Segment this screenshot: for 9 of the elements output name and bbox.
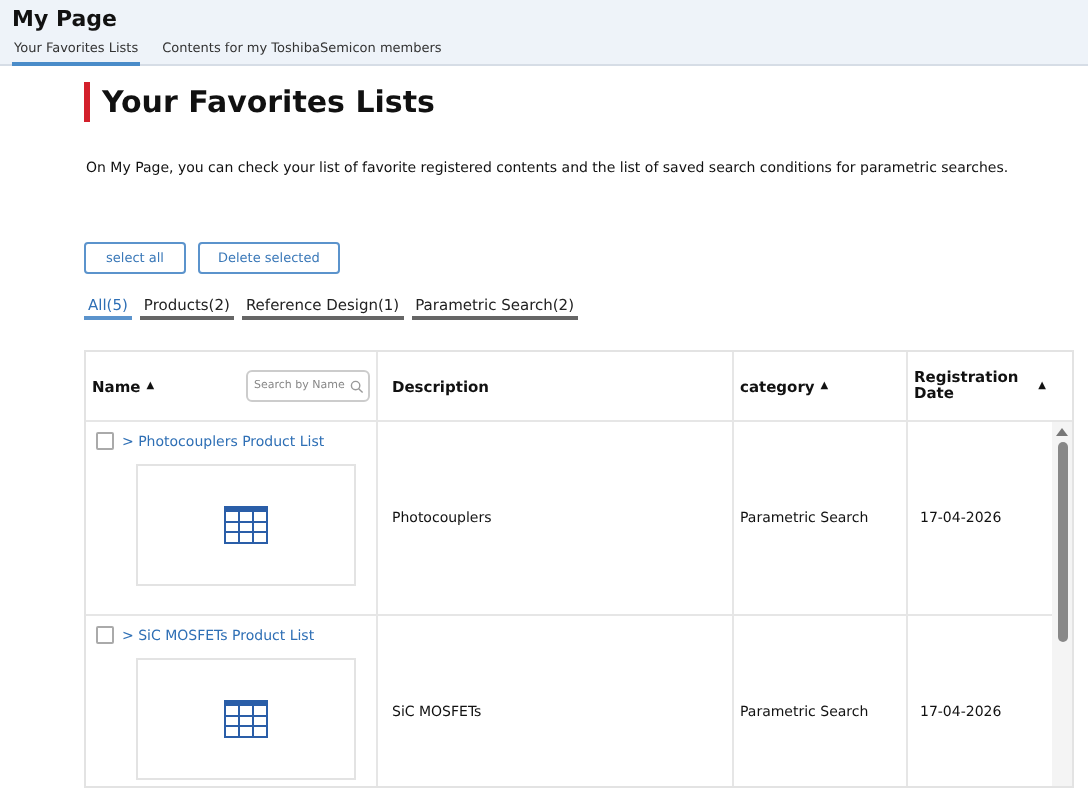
table-icon <box>224 700 268 738</box>
row-checkbox[interactable] <box>96 626 114 644</box>
row-checkbox[interactable] <box>96 432 114 450</box>
heading-text: Your Favorites Lists <box>102 84 435 120</box>
scrollbar[interactable] <box>1052 422 1072 786</box>
page-title: My Page <box>12 6 119 34</box>
table-icon <box>224 506 268 544</box>
search-icon[interactable] <box>350 380 364 394</box>
heading-accent-bar <box>84 82 90 122</box>
